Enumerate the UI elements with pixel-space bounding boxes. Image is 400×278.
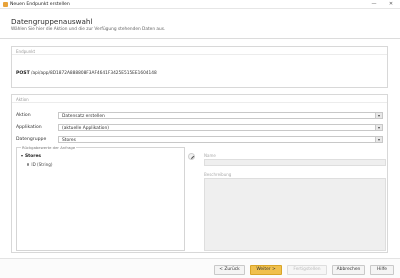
back-button[interactable]: < Zurück xyxy=(214,265,245,275)
tree-node-id[interactable]: ID (String) xyxy=(27,162,52,167)
page-subtitle: Wählen Sie hier die Aktion und die zur V… xyxy=(11,27,166,32)
description-textarea[interactable] xyxy=(204,178,386,251)
finish-button[interactable]: Fertigstellen xyxy=(287,265,327,275)
datagroup-select-value: Stores xyxy=(62,137,76,143)
tree-node-label: Stores xyxy=(25,154,42,159)
datagroup-label: Datengruppe xyxy=(16,137,47,142)
endpoint-panel-header: Endpunkt xyxy=(12,47,387,55)
window-titlebar: Neuen Endpunkt erstellen — ✕ xyxy=(0,0,400,9)
action-section-label: Aktion xyxy=(16,96,29,102)
return-values-fieldset: Rückgabewerte der Anfrage Stores ID (Str… xyxy=(16,145,185,251)
action-panel: Aktion Aktion Datensatz erstellen Applik… xyxy=(11,94,388,253)
close-button[interactable]: ✕ xyxy=(386,1,396,8)
action-select-value: Datensatz erstellen xyxy=(62,113,105,119)
tree-node-stores[interactable]: Stores xyxy=(21,154,41,159)
endpoint-section-label: Endpunkt xyxy=(16,48,36,54)
description-label: Beschreibung xyxy=(204,172,232,177)
window-title: Neuen Endpunkt erstellen xyxy=(10,1,70,7)
endpoint-url: /api/app/8D1872A888808F3AF4641F3425E515E… xyxy=(31,71,157,76)
cancel-button[interactable]: Abbrechen xyxy=(332,265,365,275)
header-divider xyxy=(0,38,400,39)
action-panel-header: Aktion xyxy=(12,95,387,103)
datagroup-select[interactable]: Stores xyxy=(58,136,383,143)
name-label: Name xyxy=(204,153,216,158)
endpoint-method: POST xyxy=(16,71,30,76)
chevron-down-icon[interactable] xyxy=(375,113,382,118)
chevron-down-icon[interactable] xyxy=(375,125,382,130)
minimize-button[interactable]: — xyxy=(369,1,379,8)
pencil-icon xyxy=(191,155,195,159)
chevron-down-icon[interactable] xyxy=(375,137,382,142)
application-select-value: (aktuelle Applikation) xyxy=(62,125,109,131)
field-icon xyxy=(27,163,30,166)
footer-bar: < Zurück Weiter > Fertigstellen Abbreche… xyxy=(0,258,400,278)
help-button[interactable]: Hilfe xyxy=(370,265,394,275)
next-button[interactable]: Weiter > xyxy=(250,265,282,275)
caret-down-icon[interactable] xyxy=(21,154,23,157)
action-select[interactable]: Datensatz erstellen xyxy=(58,112,383,119)
edit-button[interactable] xyxy=(188,153,195,160)
action-label: Aktion xyxy=(16,113,31,118)
return-values-legend: Rückgabewerte der Anfrage xyxy=(21,145,77,150)
app-icon xyxy=(3,2,8,7)
endpoint-panel: Endpunkt POST /api/app/8D1872A888808F3AF… xyxy=(11,46,388,88)
name-input[interactable] xyxy=(204,159,386,166)
application-label: Applikation xyxy=(16,125,42,130)
tree-node-label: ID (String) xyxy=(31,161,53,167)
application-select[interactable]: (aktuelle Applikation) xyxy=(58,124,383,131)
page-title: Datengruppenauswahl xyxy=(11,17,93,26)
